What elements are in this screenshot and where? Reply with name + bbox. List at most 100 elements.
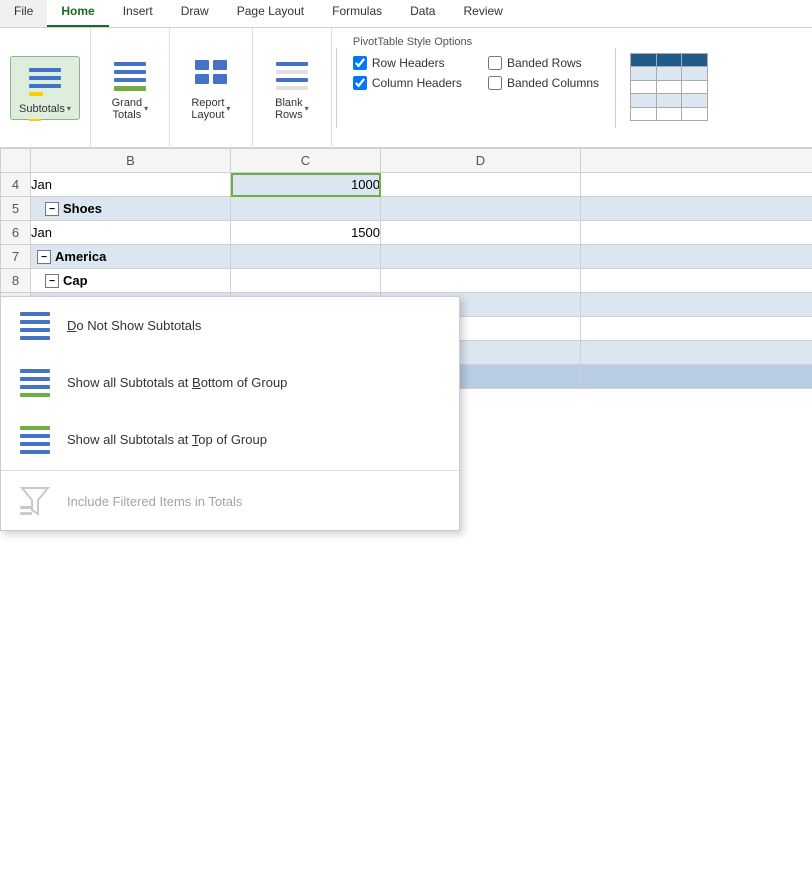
tab-formulas[interactable]: Formulas bbox=[318, 0, 396, 27]
row-num-7: 7 bbox=[1, 245, 31, 269]
cell-6-e[interactable] bbox=[581, 221, 812, 245]
row-num-8: 8 bbox=[1, 269, 31, 293]
report-layout-group: ReportLayout ▾ bbox=[170, 28, 253, 148]
report-layout-icon bbox=[191, 55, 231, 95]
banded-columns-checkbox[interactable] bbox=[488, 76, 502, 90]
subtotals-button[interactable]: Subtotals ▾ bbox=[10, 56, 80, 120]
blank-rows-button[interactable]: BlankRows ▾ bbox=[263, 50, 321, 126]
tab-insert[interactable]: Insert bbox=[109, 0, 167, 27]
dropdown-item-bottom[interactable]: Show all Subtotals at Bottom of Group bbox=[1, 354, 459, 411]
no-subtotals-text: Do Not Show Subtotals bbox=[67, 318, 201, 333]
subtotals-dropdown: Do Not Show Subtotals Show all Subtotals… bbox=[0, 296, 460, 531]
report-layout-button[interactable]: ReportLayout ▾ bbox=[180, 50, 242, 126]
grand-totals-button[interactable]: GrandTotals ▾ bbox=[101, 50, 159, 126]
blank-rows-label: BlankRows bbox=[275, 97, 303, 121]
table-preview[interactable] bbox=[630, 53, 710, 123]
col-header-row: B C D bbox=[1, 149, 812, 173]
collapse-btn-5[interactable]: − bbox=[45, 202, 59, 216]
cell-4-b[interactable]: Jan bbox=[31, 173, 231, 197]
dropdown-item-no-subtotals[interactable]: Do Not Show Subtotals bbox=[1, 297, 459, 354]
cell-7-c[interactable] bbox=[231, 245, 381, 269]
preview-cell-r3c2 bbox=[657, 94, 682, 106]
collapse-btn-8[interactable]: − bbox=[45, 274, 59, 288]
style-options-group: PivotTable Style Options Row Headers Ban… bbox=[341, 28, 611, 148]
filtered-items-text: Include Filtered Items in Totals bbox=[67, 494, 242, 509]
cell-8-b[interactable]: −Cap bbox=[31, 269, 231, 293]
subtotals-arrow: ▾ bbox=[67, 104, 71, 113]
cell-6-c[interactable]: 1500 bbox=[231, 221, 381, 245]
blank-rows-arrow: ▾ bbox=[305, 104, 309, 113]
tab-review[interactable]: Review bbox=[449, 0, 516, 27]
banded-rows-row: Banded Rows bbox=[488, 56, 599, 70]
cell-9-e[interactable] bbox=[581, 293, 812, 317]
cell-5-d[interactable] bbox=[381, 197, 581, 221]
preview-cell-r2c2 bbox=[657, 81, 682, 93]
dropdown-separator bbox=[1, 470, 459, 471]
cell-7-d[interactable] bbox=[381, 245, 581, 269]
cell-5-e[interactable] bbox=[581, 197, 812, 221]
tab-draw[interactable]: Draw bbox=[167, 0, 223, 27]
blank-rows-group: BlankRows ▾ bbox=[253, 28, 332, 148]
banded-rows-checkbox[interactable] bbox=[488, 56, 502, 70]
cell-5-c[interactable] bbox=[231, 197, 381, 221]
col-header-e bbox=[581, 149, 812, 173]
filtered-items-icon bbox=[17, 483, 53, 519]
preview-cell-r4c2 bbox=[657, 108, 682, 120]
grand-totals-group: GrandTotals ▾ bbox=[91, 28, 170, 148]
tab-home[interactable]: Home bbox=[47, 0, 108, 27]
top-subtotals-text: Show all Subtotals at Top of Group bbox=[67, 432, 267, 447]
ribbon-tabs: File Home Insert Draw Page Layout Formul… bbox=[0, 0, 812, 28]
ribbon-separator-1 bbox=[336, 48, 337, 128]
cell-4-c[interactable]: 1000 bbox=[231, 173, 381, 197]
subtotals-icon bbox=[25, 61, 65, 101]
preview-cell-r2c1 bbox=[631, 81, 656, 93]
dropdown-item-top[interactable]: Show all Subtotals at Top of Group bbox=[1, 411, 459, 468]
cell-7-b[interactable]: −America bbox=[31, 245, 231, 269]
report-layout-label: ReportLayout bbox=[191, 97, 224, 121]
cell-12-e[interactable] bbox=[581, 365, 812, 389]
subtotals-group: Subtotals ▾ bbox=[0, 28, 91, 148]
col-header-empty bbox=[1, 149, 31, 173]
cell-7-e[interactable] bbox=[581, 245, 812, 269]
table-row: 5 −Shoes bbox=[1, 197, 812, 221]
tab-data[interactable]: Data bbox=[396, 0, 449, 27]
cell-6-b[interactable]: Jan bbox=[31, 221, 231, 245]
preview-cell-r4c1 bbox=[631, 108, 656, 120]
dropdown-item-filtered: Include Filtered Items in Totals bbox=[1, 473, 459, 530]
row-headers-row: Row Headers bbox=[353, 56, 464, 70]
cell-4-d[interactable] bbox=[381, 173, 581, 197]
collapse-btn-7[interactable]: − bbox=[37, 250, 51, 264]
column-headers-checkbox[interactable] bbox=[353, 76, 367, 90]
bottom-subtotals-text: Show all Subtotals at Bottom of Group bbox=[67, 375, 287, 390]
cell-11-e[interactable] bbox=[581, 341, 812, 365]
preview-cell-r1c2 bbox=[657, 67, 682, 79]
banded-columns-label[interactable]: Banded Columns bbox=[507, 76, 599, 90]
preview-cell-r4c3 bbox=[682, 108, 707, 120]
banded-columns-row: Banded Columns bbox=[488, 76, 599, 90]
no-subtotals-icon bbox=[17, 307, 53, 343]
cell-8-c[interactable] bbox=[231, 269, 381, 293]
report-layout-arrow: ▾ bbox=[226, 104, 230, 113]
cell-10-e[interactable] bbox=[581, 317, 812, 341]
banded-rows-label[interactable]: Banded Rows bbox=[507, 56, 582, 70]
style-checkboxes: Row Headers Banded Rows Column Headers B… bbox=[353, 56, 599, 90]
table-row: 6 Jan 1500 bbox=[1, 221, 812, 245]
preview-cell-r1c3 bbox=[682, 67, 707, 79]
cell-4-e[interactable] bbox=[581, 173, 812, 197]
row-headers-label[interactable]: Row Headers bbox=[372, 56, 445, 70]
cell-8-d[interactable] bbox=[381, 269, 581, 293]
column-headers-label[interactable]: Column Headers bbox=[372, 76, 462, 90]
cell-8-e[interactable] bbox=[581, 269, 812, 293]
col-header-b: B bbox=[31, 149, 231, 173]
tab-file[interactable]: File bbox=[0, 0, 47, 27]
tab-page-layout[interactable]: Page Layout bbox=[223, 0, 318, 27]
row-num-4: 4 bbox=[1, 173, 31, 197]
cell-6-d[interactable] bbox=[381, 221, 581, 245]
grand-totals-arrow: ▾ bbox=[144, 104, 148, 113]
table-preview-group bbox=[620, 53, 720, 123]
col-header-c: C bbox=[231, 149, 381, 173]
row-num-5: 5 bbox=[1, 197, 31, 221]
cell-5-b[interactable]: −Shoes bbox=[31, 197, 231, 221]
preview-cell-h3 bbox=[682, 54, 707, 66]
row-headers-checkbox[interactable] bbox=[353, 56, 367, 70]
